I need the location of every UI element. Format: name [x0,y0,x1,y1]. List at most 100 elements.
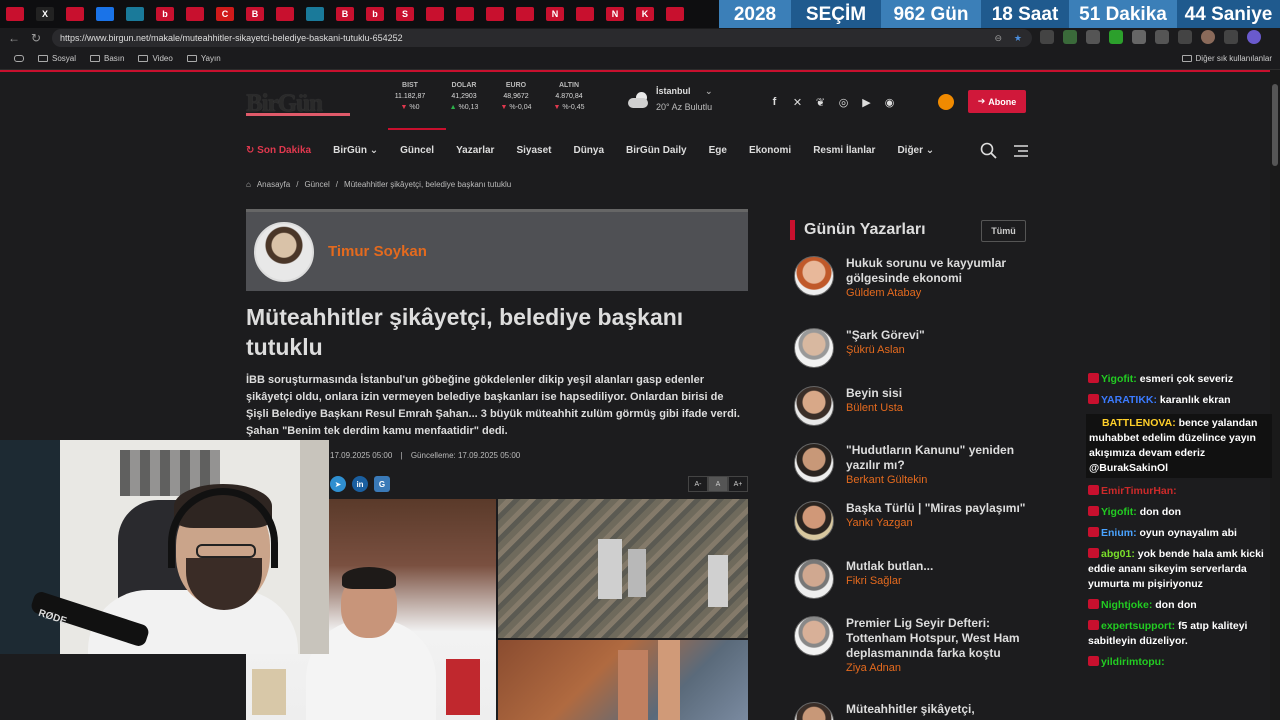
chat-username[interactable]: abg01: [1101,548,1138,560]
nav-diger[interactable]: Diğer ⌄ [897,145,934,156]
writer-item[interactable]: "Hudutların Kanunu" yeniden yazılır mı? B… [794,443,1026,486]
chat-username[interactable]: EmirTimurHan: [1101,485,1177,497]
telegram-icon[interactable]: ➤ [330,476,346,492]
font-increase-button[interactable]: A+ [728,476,748,492]
browser-tab[interactable] [6,7,24,21]
chat-username[interactable]: Nightjoke: [1101,599,1155,611]
extension-icon[interactable] [1109,30,1123,44]
x-icon[interactable]: ✕ [791,96,804,109]
bookmark-star-icon[interactable]: ★ [1014,33,1022,44]
font-reset-button[interactable]: A [708,476,728,492]
browser-tab[interactable] [516,7,534,21]
bookmark-folder[interactable]: Yayın [186,54,221,63]
browser-tab[interactable]: N [546,7,564,21]
browser-tab[interactable] [276,7,294,21]
chat-username[interactable]: yildirimtopu: [1101,656,1165,668]
browser-tab[interactable]: C [216,7,234,21]
nav-dunya[interactable]: Dünya [573,145,604,156]
writer-item[interactable]: Beyin sisi Bülent Usta [794,386,1026,426]
nav-siyaset[interactable]: Siyaset [516,145,551,156]
nav-son-dakika[interactable]: ↻ Son Dakika [246,145,311,156]
extensions-puzzle-icon[interactable] [1155,30,1169,44]
chat-username[interactable]: BATTLENOVA: [1102,417,1179,429]
profile-avatar[interactable] [1201,30,1215,44]
chat-badge-icon [1088,485,1099,495]
bookmark-folder[interactable]: Video [138,54,173,63]
chat-username[interactable]: Yigofit: [1101,506,1140,518]
browser-tab[interactable]: b [156,7,174,21]
browser-tab[interactable]: b [366,7,384,21]
weather-widget[interactable]: İstanbul ⌄ 20° Az Bulutlu [628,86,713,112]
nav-ekonomi[interactable]: Ekonomi [749,145,791,156]
tab-icons[interactable]: XbCBBbSNNK [0,0,720,28]
reload-icon[interactable]: ↻ [28,30,44,46]
url-field[interactable]: https://www.birgun.net/makale/muteahhitl… [52,29,1032,47]
extension-icon[interactable] [1132,30,1146,44]
browser-tab[interactable]: K [636,7,654,21]
youtube-icon[interactable]: ▶ [860,96,873,109]
browser-tab[interactable] [426,7,444,21]
chat-username[interactable]: Yigofit: [1101,373,1140,385]
page-info-icon[interactable]: ⊖ [994,33,1002,44]
browser-tab[interactable]: S [396,7,414,21]
extension-icon[interactable] [1086,30,1100,44]
menu-dots-icon[interactable] [1224,30,1238,44]
facebook-icon[interactable]: f [768,96,781,108]
breadcrumb-category[interactable]: Güncel [304,180,329,189]
browser-tab[interactable] [486,7,504,21]
nav-guncel[interactable]: Güncel [388,127,446,156]
nav-yazarlar[interactable]: Yazarlar [456,145,494,156]
browser-tab[interactable]: N [606,7,624,21]
chat-username[interactable]: expertsupport: [1101,620,1178,632]
writer-item[interactable]: "Şark Görevi" Şükrü Aslan [794,328,1026,368]
breadcrumb-home[interactable]: Anasayfa [257,180,290,189]
browser-tab[interactable]: X [36,7,54,21]
nav-ege[interactable]: Ege [709,145,727,156]
theme-toggle-icon[interactable] [938,94,954,110]
browser-tab[interactable] [186,7,204,21]
rss-icon[interactable]: ◉ [883,96,896,109]
hamburger-menu-icon[interactable] [1012,142,1030,160]
writer-item[interactable]: Hukuk sorunu ve kayyumlar gölgesinde eko… [794,256,1026,299]
browser-tab[interactable] [456,7,474,21]
nav-resmi-ilanlar[interactable]: Resmi İlanlar [813,145,875,156]
chat-username[interactable]: Enium: [1101,527,1140,539]
author-name[interactable]: Timur Soykan [328,243,427,260]
bookmark-folder[interactable]: Sosyal [38,54,76,63]
google-news-icon[interactable]: G [374,476,390,492]
browser-tab[interactable] [666,7,684,21]
nav-birgun[interactable]: BirGün ⌄ [333,145,378,156]
browser-tab[interactable] [66,7,84,21]
font-decrease-button[interactable]: A- [688,476,708,492]
extension-icon[interactable] [1040,30,1054,44]
bookmarks-menu-icon[interactable] [14,55,24,62]
browser-tab[interactable] [306,7,324,21]
extension-icon[interactable] [1063,30,1077,44]
browser-tab[interactable]: B [246,7,264,21]
chat-username[interactable]: YARATIKK: [1101,394,1160,406]
browser-tab[interactable] [96,7,114,21]
nav-birgun-daily[interactable]: BirGün Daily [626,145,687,156]
login-icon: ➔ [977,96,986,106]
browser-tab[interactable] [126,7,144,21]
back-icon[interactable]: ← [6,30,22,46]
browser-tab[interactable] [576,7,594,21]
all-writers-button[interactable]: Tümü [981,220,1026,242]
writer-item[interactable]: Mutlak butlan... Fikri Sağlar [794,559,1026,599]
writer-item[interactable]: Başka Türlü | "Miras paylaşımı" Yankı Yaz… [794,501,1026,541]
subscribe-button[interactable]: ➔ Abone [968,90,1026,113]
bluesky-icon[interactable]: ❦ [814,96,827,109]
instagram-icon[interactable]: ◎ [837,96,850,109]
writer-item[interactable]: Premier Lig Seyir Defteri: Tottenham Hot… [794,616,1026,674]
bookmark-folder[interactable]: Basın [90,54,124,63]
shield-icon[interactable] [1178,30,1192,44]
site-logo[interactable]: BirGün [246,90,350,117]
search-icon[interactable] [980,142,998,160]
browser-tab[interactable]: B [336,7,354,21]
copilot-icon[interactable] [1247,30,1261,44]
author-box[interactable]: Timur Soykan [246,209,748,291]
other-bookmarks[interactable]: Diğer sık kullanılanlar [1181,54,1272,63]
linkedin-icon[interactable]: in [352,476,368,492]
writer-item[interactable]: Müteahhitler şikâyetçi, [794,702,1026,720]
scrollbar-thumb[interactable] [1272,84,1278,166]
